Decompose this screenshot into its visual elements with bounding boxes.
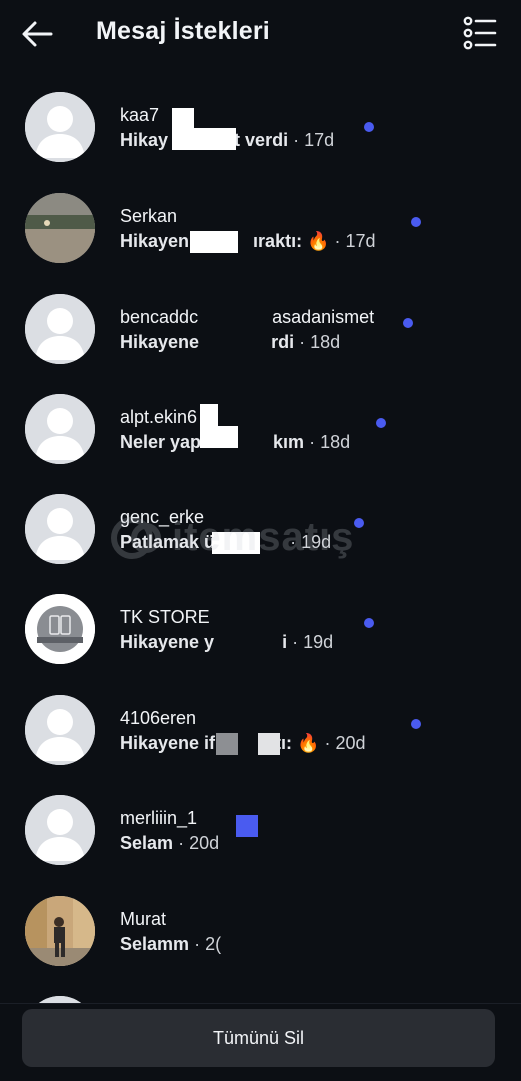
- request-row[interactable]: kaa7 Hikay t verdi · 17d: [0, 86, 521, 176]
- message-preview: Hikayene if tı: 🔥 · 20d: [120, 733, 366, 753]
- default-avatar-icon: [25, 996, 95, 1003]
- filter-button[interactable]: [463, 16, 497, 50]
- avatar: [25, 193, 95, 263]
- redaction-block: [236, 815, 258, 837]
- request-row[interactable]: 4106eren Hikayene if tı: 🔥 · 20d: [0, 689, 521, 779]
- request-row[interactable]: Serkan Hikayen ıraktı: 🔥 · 17d: [0, 187, 521, 277]
- avatar: [25, 92, 95, 162]
- request-row[interactable]: bencaddc asadanismet Hikayene rdi · 18d: [0, 288, 521, 378]
- request-row[interactable]: merliiin_1 Selam · 20d: [0, 789, 521, 879]
- request-row[interactable]: genc_erke Patlamak ü · 19d: [0, 488, 521, 578]
- unread-dot: [411, 719, 421, 729]
- store-logo-icon: [25, 594, 95, 664]
- unread-dot: [411, 217, 421, 227]
- request-row[interactable]: alpt.ekin6 Neler yap kım · 18d: [0, 388, 521, 478]
- username: genc_erke: [120, 507, 205, 527]
- redaction-block: [200, 426, 238, 448]
- username: Serkan: [120, 206, 178, 226]
- back-button[interactable]: [18, 16, 56, 52]
- username: kaa7: [120, 105, 160, 125]
- request-row[interactable]: [0, 990, 521, 1003]
- request-row[interactable]: Murat Selamm · 2(: [0, 890, 521, 980]
- avatar: [25, 494, 95, 564]
- message-preview: Selam · 20d: [120, 833, 220, 853]
- username: Murat: [120, 909, 167, 929]
- avatar: [25, 394, 95, 464]
- avatar: [25, 795, 95, 865]
- redaction-block: [216, 733, 238, 755]
- message-preview: Hikayene yi · 19d: [120, 632, 334, 652]
- default-avatar-icon: [25, 394, 95, 464]
- footer-bar: Tümünü Sil: [0, 1003, 521, 1081]
- redaction-block: [190, 231, 238, 253]
- header: Mesaj İstekleri: [0, 0, 521, 68]
- unread-dot: [354, 518, 364, 528]
- default-avatar-icon: [25, 294, 95, 364]
- avatar: [25, 996, 95, 1003]
- avatar: [25, 695, 95, 765]
- username: 4106eren: [120, 708, 197, 728]
- username: alpt.ekin6: [120, 407, 198, 427]
- message-preview: Selamm · 2(: [120, 934, 222, 954]
- list-filter-icon: [463, 16, 497, 50]
- unread-dot: [364, 122, 374, 132]
- landscape-photo-icon: [25, 193, 95, 263]
- arrow-left-icon: [22, 21, 53, 47]
- message-preview: Hikayen ıraktı: 🔥 · 17d: [120, 231, 376, 251]
- message-preview: Hikayene rdi · 18d: [120, 332, 341, 352]
- unread-dot: [376, 418, 386, 428]
- default-avatar-icon: [25, 92, 95, 162]
- redaction-block: [212, 532, 260, 554]
- redaction-block: [258, 733, 280, 755]
- person-photo-icon: [25, 896, 95, 966]
- unread-dot: [403, 318, 413, 328]
- avatar: [25, 594, 95, 664]
- unread-dot: [364, 618, 374, 628]
- username: TK STORE: [120, 607, 210, 627]
- username: bencaddc asadanismet: [120, 307, 375, 327]
- page-title: Mesaj İstekleri: [96, 17, 270, 45]
- delete-all-button[interactable]: Tümünü Sil: [22, 1009, 495, 1067]
- username: merliiin_1: [120, 808, 198, 828]
- avatar: [25, 294, 95, 364]
- avatar: [25, 896, 95, 966]
- request-row[interactable]: TK STORE Hikayene yi · 19d: [0, 588, 521, 678]
- default-avatar-icon: [25, 795, 95, 865]
- default-avatar-icon: [25, 695, 95, 765]
- redaction-block: [172, 108, 194, 150]
- redaction-block: [192, 128, 236, 150]
- default-avatar-icon: [25, 494, 95, 564]
